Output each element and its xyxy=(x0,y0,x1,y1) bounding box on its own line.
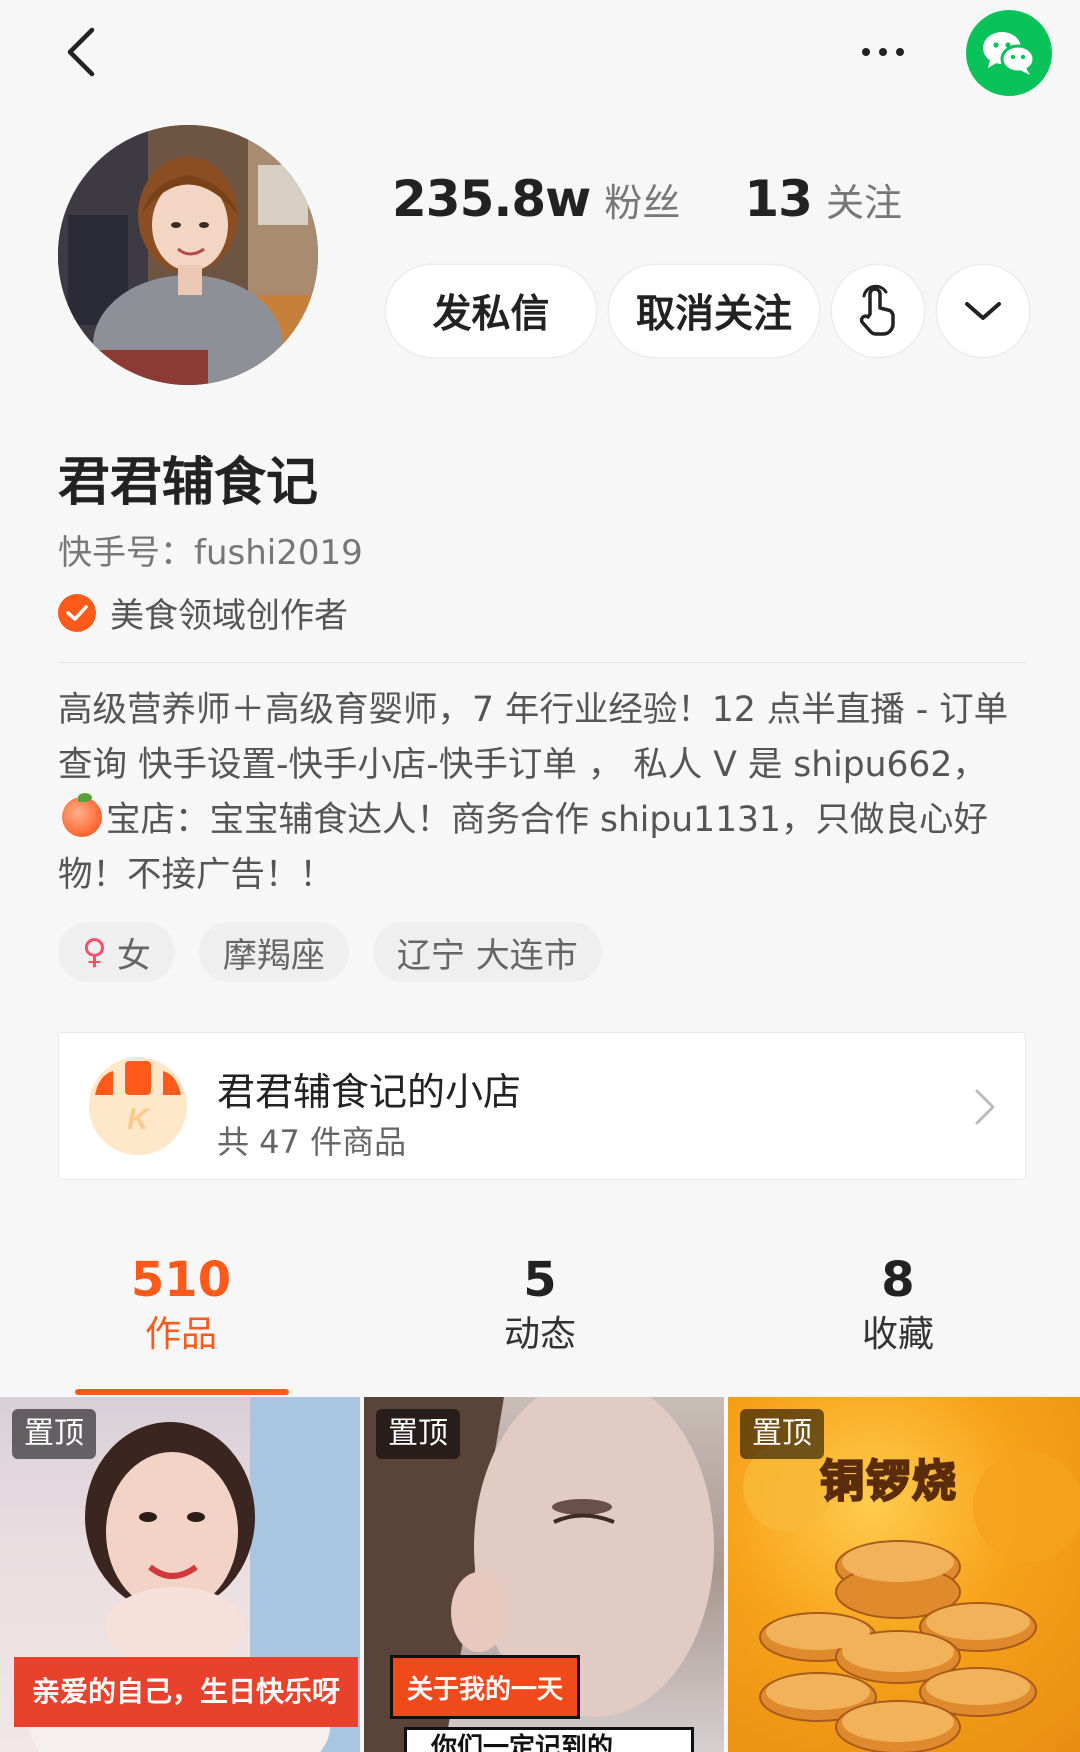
more-dot xyxy=(879,48,887,56)
tab-works[interactable]: 510 作品 xyxy=(81,1250,281,1360)
female-icon: ♀ xyxy=(82,932,107,972)
following-label[interactable]: 关注 xyxy=(826,172,902,227)
gender-label: 女 xyxy=(116,935,151,976)
pinned-badge: 置顶 xyxy=(740,1409,824,1459)
avatar[interactable] xyxy=(58,125,318,385)
wechat-share-button[interactable] xyxy=(966,10,1052,96)
video-thumbnail[interactable]: 置顶 铜锣烧 xyxy=(728,1397,1080,1752)
video-thumbnail[interactable]: 置顶 亲爱的自己，生日快乐呀 xyxy=(0,1397,360,1752)
verified-check-icon xyxy=(58,593,96,632)
tab-moments-count: 5 xyxy=(523,1252,557,1308)
unfollow-button[interactable]: 取消关注 xyxy=(609,265,819,357)
more-button[interactable] xyxy=(848,30,918,74)
more-actions-dropdown[interactable] xyxy=(937,265,1029,357)
shop-card[interactable]: K 君君辅食记的小店 共 47 件商品 xyxy=(58,1032,1026,1180)
wechat-icon xyxy=(983,32,1036,75)
tab-favorites-count: 8 xyxy=(881,1252,915,1308)
hand-tap-icon xyxy=(859,284,895,336)
chevron-down-icon xyxy=(965,302,1001,320)
shop-name: 君君辅食记的小店 xyxy=(217,1070,522,1114)
shop-logo-icon: K xyxy=(89,1057,187,1155)
shop-item-count: 共 47 件商品 xyxy=(217,1123,407,1161)
svg-text:K: K xyxy=(127,1103,151,1136)
divider xyxy=(58,662,1026,663)
profile-stats: 235.8w 粉丝 13 关注 xyxy=(392,170,902,228)
poke-button[interactable] xyxy=(832,265,924,357)
tab-favorites[interactable]: 8 收藏 xyxy=(798,1250,998,1360)
tab-works-count: 510 xyxy=(130,1252,232,1308)
following-count[interactable]: 13 xyxy=(744,170,813,228)
gender-tag: ♀ 女 xyxy=(58,922,175,982)
back-button[interactable] xyxy=(52,22,112,82)
thumbnail-caption: 关于我的一天 xyxy=(390,1655,581,1719)
creator-badge-label: 美食领域创作者 xyxy=(110,596,348,636)
profile-page: 235.8w 粉丝 13 关注 发私信 取消关注 君君辅食记 快手号：fushi… xyxy=(0,0,1080,1752)
kuaishou-id[interactable]: 快手号：fushi2019 xyxy=(58,525,363,574)
followers-label[interactable]: 粉丝 xyxy=(604,172,680,227)
tab-favorites-label: 收藏 xyxy=(861,1314,934,1355)
chevron-right-icon xyxy=(975,1089,995,1125)
active-tab-indicator xyxy=(75,1389,289,1395)
bio-text-part2: 宝店：宝宝辅食达人！商务合作 shipu1131，只做良心好物！不接广告！！ xyxy=(58,800,988,895)
chevron-left-icon xyxy=(67,27,95,77)
peach-emoji-icon xyxy=(62,793,102,837)
more-dot xyxy=(896,48,904,56)
profile-actions: 发私信 取消关注 xyxy=(386,265,1029,357)
tab-moments-label: 动态 xyxy=(503,1314,576,1355)
avatar-image xyxy=(58,125,318,385)
video-thumbnail[interactable]: 置顶 关于我的一天 你们一定记到的 xyxy=(364,1397,724,1752)
more-dot xyxy=(862,48,870,56)
profile-name: 君君辅食记 xyxy=(58,453,319,513)
bio-text-part1: 高级营养师＋高级育婴师，7 年行业经验！12 点半直播 - 订单查询 快手设置-… xyxy=(58,690,1009,785)
thumbnail-title: 铜锣烧 xyxy=(819,1455,958,1508)
tab-moments[interactable]: 5 动态 xyxy=(440,1250,640,1360)
thumbnail-caption: 亲爱的自己，生日快乐呀 xyxy=(14,1657,359,1727)
creator-badge[interactable]: 美食领域创作者 xyxy=(58,588,348,637)
pinned-badge: 置顶 xyxy=(12,1409,96,1459)
followers-count[interactable]: 235.8w xyxy=(392,170,591,228)
thumbnail-caption-secondary: 你们一定记到的 xyxy=(404,1727,694,1752)
pinned-badge: 置顶 xyxy=(376,1409,460,1459)
tab-works-label: 作品 xyxy=(144,1314,217,1355)
location-tag: 辽宁 大连市 xyxy=(372,922,602,982)
zodiac-tag: 摩羯座 xyxy=(198,922,349,982)
send-message-button[interactable]: 发私信 xyxy=(386,265,596,357)
profile-tags: ♀ 女 摩羯座 辽宁 大连市 xyxy=(58,922,602,982)
profile-bio: 高级营养师＋高级育婴师，7 年行业经验！12 点半直播 - 订单查询 快手设置-… xyxy=(58,683,1028,903)
